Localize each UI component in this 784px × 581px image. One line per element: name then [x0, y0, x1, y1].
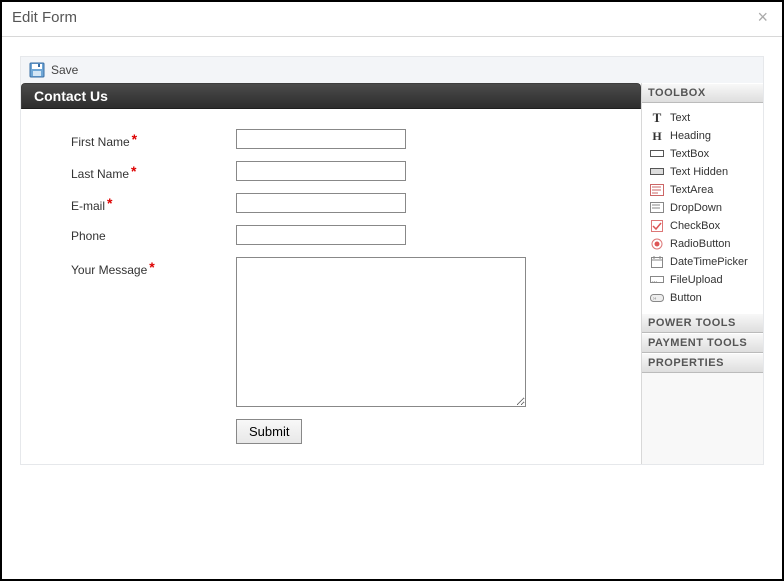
properties-header[interactable]: PROPERTIES	[642, 353, 763, 373]
last-name-input[interactable]	[236, 161, 406, 181]
field-label: First Name*	[71, 129, 236, 149]
text-icon: T	[650, 111, 664, 125]
first-name-input[interactable]	[236, 129, 406, 149]
dialog-window: Edit Form × Save Contact Us	[0, 0, 784, 581]
label-text: Phone	[71, 229, 106, 243]
tool-label: Heading	[670, 130, 711, 142]
editor-layout: Contact Us First Name* Last Name*	[20, 83, 764, 465]
label-text: E-mail	[71, 199, 105, 213]
required-asterisk: *	[132, 131, 137, 147]
fileupload-icon: ...	[650, 273, 664, 287]
tool-label: Text	[670, 112, 690, 124]
tool-text[interactable]: T Text	[646, 109, 759, 127]
tool-textbox[interactable]: TextBox	[646, 145, 759, 163]
tool-label: TextBox	[670, 148, 709, 160]
svg-text:››: ››	[653, 296, 657, 302]
form-title: Contact Us	[21, 83, 641, 109]
required-asterisk: *	[131, 163, 136, 179]
tool-heading[interactable]: H Heading	[646, 127, 759, 145]
tool-checkbox[interactable]: CheckBox	[646, 217, 759, 235]
tool-label: CheckBox	[670, 220, 720, 232]
required-asterisk: *	[107, 195, 112, 211]
field-row: Last Name*	[71, 161, 621, 181]
tool-text-hidden[interactable]: Text Hidden	[646, 163, 759, 181]
field-row: Phone	[71, 225, 621, 245]
tool-datetimepicker[interactable]: DateTimePicker	[646, 253, 759, 271]
tool-dropdown[interactable]: DropDown	[646, 199, 759, 217]
hidden-icon	[650, 165, 664, 179]
editor-toolbar: Save	[20, 56, 764, 83]
field-label: E-mail*	[71, 193, 236, 213]
required-asterisk: *	[149, 259, 154, 275]
textbox-icon	[650, 147, 664, 161]
checkbox-icon	[650, 219, 664, 233]
tool-fileupload[interactable]: ... FileUpload	[646, 271, 759, 289]
tool-label: Text Hidden	[670, 166, 728, 178]
field-label: Last Name*	[71, 161, 236, 181]
heading-icon: H	[650, 129, 664, 143]
tool-button[interactable]: ›› Button	[646, 289, 759, 307]
field-label: Phone	[71, 225, 236, 243]
submit-row: Submit	[71, 419, 621, 444]
close-icon[interactable]: ×	[753, 8, 772, 26]
tool-label: DateTimePicker	[670, 256, 748, 268]
tool-label: FileUpload	[670, 274, 723, 286]
label-text: Your Message	[71, 263, 147, 277]
field-row: E-mail*	[71, 193, 621, 213]
power-tools-header[interactable]: POWER TOOLS	[642, 313, 763, 333]
phone-input[interactable]	[236, 225, 406, 245]
message-textarea[interactable]	[236, 257, 526, 407]
tool-radiobutton[interactable]: RadioButton	[646, 235, 759, 253]
payment-tools-header[interactable]: PAYMENT TOOLS	[642, 333, 763, 353]
field-row: First Name*	[71, 129, 621, 149]
field-row: Your Message*	[71, 257, 621, 407]
tool-label: Button	[670, 292, 702, 304]
form-canvas: Contact Us First Name* Last Name*	[21, 83, 641, 464]
radio-icon	[650, 237, 664, 251]
dialog-body: Save Contact Us First Name*	[2, 38, 782, 579]
textarea-icon	[650, 183, 664, 197]
tool-textarea[interactable]: TextArea	[646, 181, 759, 199]
field-label: Your Message*	[71, 257, 236, 277]
toolbox-list: T Text H Heading TextBox	[642, 103, 763, 313]
toolbox-header[interactable]: TOOLBOX	[642, 83, 763, 103]
submit-button[interactable]: Submit	[236, 419, 302, 444]
window-title: Edit Form	[12, 9, 77, 26]
form-body: First Name* Last Name* E	[21, 109, 641, 464]
tool-label: DropDown	[670, 202, 722, 214]
label-text: Last Name	[71, 167, 129, 181]
svg-text:...: ...	[652, 278, 657, 284]
dropdown-icon	[650, 201, 664, 215]
tool-label: RadioButton	[670, 238, 731, 250]
titlebar: Edit Form ×	[2, 2, 782, 37]
datetime-icon	[650, 255, 664, 269]
email-input[interactable]	[236, 193, 406, 213]
label-text: First Name	[71, 135, 130, 149]
button-icon: ››	[650, 291, 664, 305]
save-icon[interactable]	[29, 62, 45, 78]
save-button[interactable]: Save	[51, 63, 78, 77]
sidebar: TOOLBOX T Text H Heading	[641, 83, 763, 464]
tool-label: TextArea	[670, 184, 713, 196]
